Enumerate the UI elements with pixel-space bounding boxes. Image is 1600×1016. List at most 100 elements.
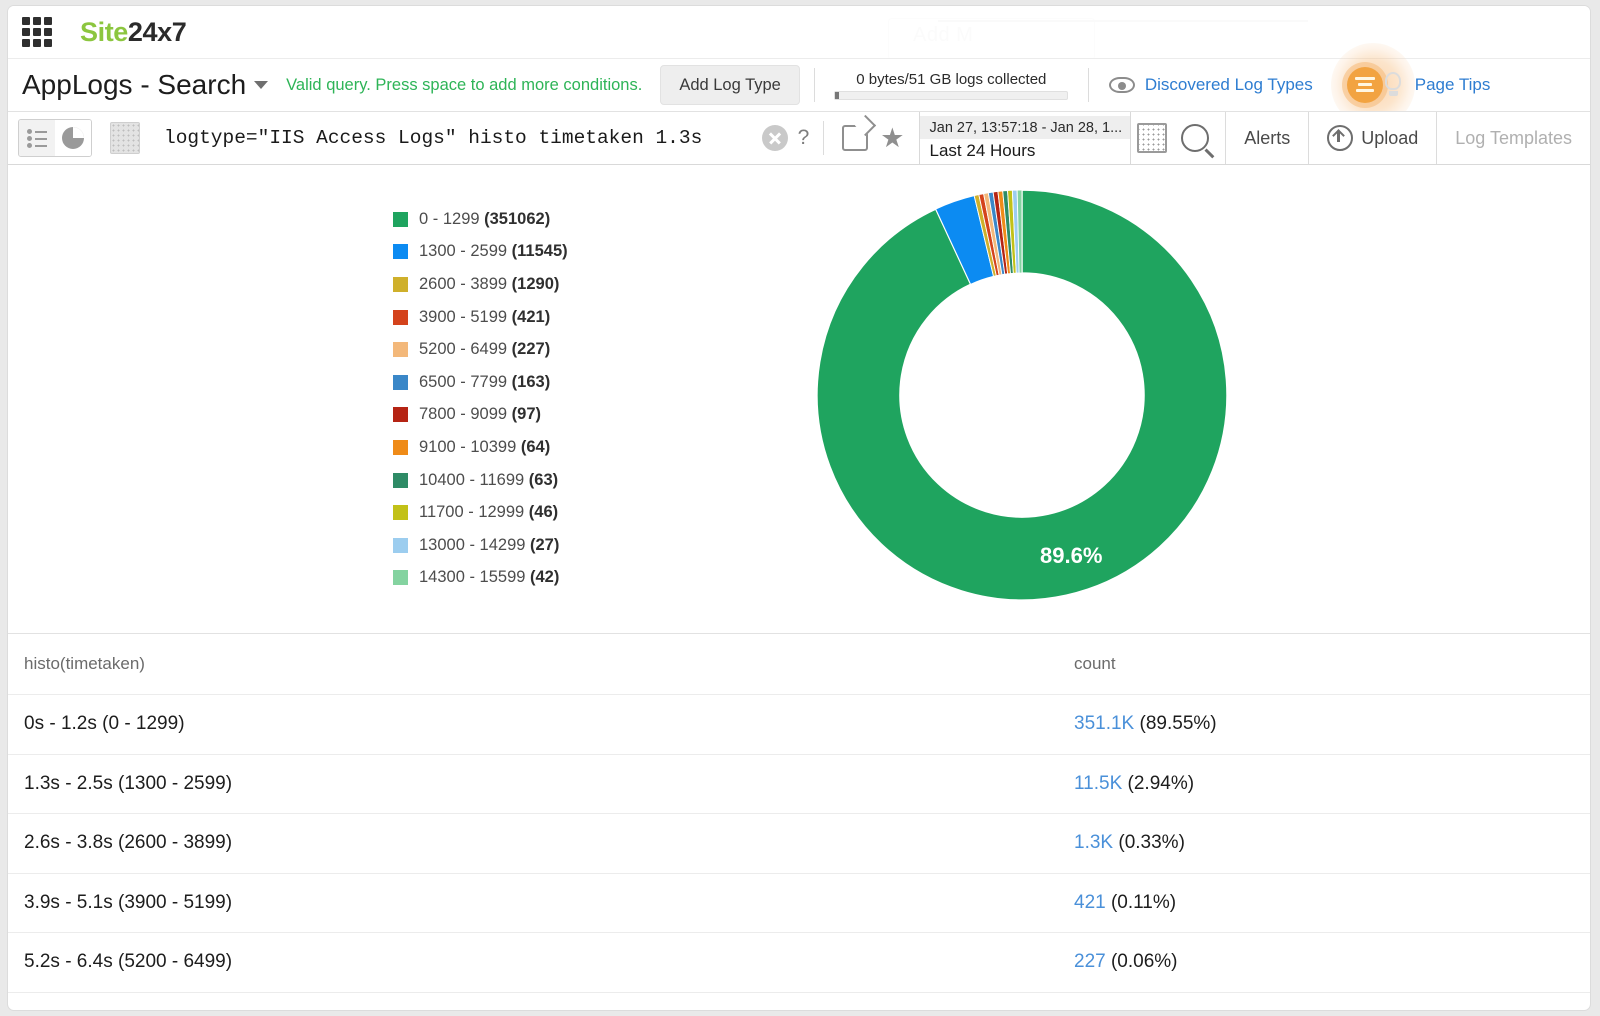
legend-item[interactable]: 1300 - 2599 (11545) [393,236,568,269]
page-tips-highlight [1330,43,1415,127]
share-icon[interactable] [842,125,869,151]
legend-color-swatch [393,342,408,358]
site24x7-logo[interactable]: Site24x7 [80,16,187,48]
page-tips-link[interactable]: Page Tips [1415,75,1491,95]
legend-item[interactable]: 10400 - 11699 (63) [393,464,568,497]
donut-percentage-label: 89.6% [1040,543,1103,568]
legend-item-label: 9100 - 10399 (64) [419,437,551,456]
table-row[interactable]: 3.9s - 5.1s (3900 - 5199) 421 (0.11%) [8,874,1590,933]
cell-count-percent: (0.06%) [1105,951,1178,973]
legend-color-swatch [393,570,408,586]
date-range-picker[interactable]: Jan 27, 13:57:18 - Jan 28, 1... Last 24 … [918,112,1132,164]
table-row[interactable]: 5.2s - 6.4s (5200 - 6499) 227 (0.06%) [8,933,1590,993]
legend-item[interactable]: 3900 - 5199 (421) [393,301,568,334]
legend-item-label: 1300 - 2599 (11545) [419,242,568,261]
cell-count-percent: (0.33%) [1113,832,1185,854]
legend-color-swatch [393,309,408,325]
cell-count-value[interactable]: 1.3K [1074,832,1113,853]
application-window: Site24x7 Add M AppLogs - Search Valid qu… [8,6,1590,1010]
cell-count-percent: (89.55%) [1134,713,1217,735]
legend-color-swatch [393,407,408,423]
search-query-input[interactable]: logtype="IIS Access Logs" histo timetake… [164,127,702,149]
table-row[interactable]: 1.3s - 2.5s (1300 - 2599) 11.5K (2.94%) [8,755,1590,814]
logo-text-secondary: 24x7 [127,16,187,47]
logs-collected-fill [835,91,840,99]
legend-item[interactable]: 11700 - 12999 (46) [393,496,568,529]
cell-count-value[interactable]: 351.1K [1074,713,1134,734]
legend-color-swatch [393,244,408,260]
chevron-down-icon[interactable] [254,81,269,89]
legend-item[interactable]: 9100 - 10399 (64) [393,431,568,464]
legend-item[interactable]: 6500 - 7799 (163) [393,366,568,399]
legend-item[interactable]: 5200 - 6499 (227) [393,333,568,366]
query-toolbar: logtype="IIS Access Logs" histo timetake… [8,111,1590,165]
legend-item[interactable]: 7800 - 9099 (97) [393,399,568,432]
log-document-icon[interactable] [110,122,140,154]
legend-color-swatch [393,276,408,292]
legend-item-label: 10400 - 11699 (63) [419,470,559,489]
table-row[interactable]: 2.6s - 3.8s (2600 - 3899) 1.3K (0.33%) [8,814,1590,874]
eye-icon[interactable] [1108,77,1135,93]
cell-count-value[interactable]: 227 [1074,951,1106,972]
upload-label: Upload [1361,127,1419,148]
clear-query-icon[interactable] [761,125,788,151]
chart-panel: 0 - 1299 (351062) 1300 - 2599 (11545) 2600… [8,165,1590,634]
cell-count-value[interactable]: 421 [1074,892,1106,913]
alerts-button[interactable]: Alerts [1226,112,1308,164]
header-divider-2 [1087,68,1089,102]
pie-view-icon[interactable] [55,120,91,156]
star-icon[interactable]: ★ [880,124,904,152]
legend-color-swatch [393,374,408,390]
chart-legend: 0 - 1299 (351062) 1300 - 2599 (11545) 2600… [393,203,568,594]
cell-bucket: 3.9s - 5.1s (3900 - 5199) [24,891,233,913]
legend-item-label: 14300 - 15599 (42) [419,568,560,587]
cell-count-percent: (0.11%) [1105,891,1177,913]
search-icon[interactable] [1181,124,1210,152]
legend-color-swatch [393,505,408,521]
date-range-preset: Last 24 Hours [929,140,1036,160]
page-tips-icon[interactable] [1346,67,1383,103]
legend-item[interactable]: 0 - 1299 (351062) [393,203,568,236]
legend-item-label: 2600 - 3899 (1290) [419,274,560,293]
legend-item-label: 6500 - 7799 (163) [419,372,551,391]
logs-collected-label: 0 bytes/51 GB logs collected [856,70,1047,88]
add-log-type-button[interactable]: Add Log Type [660,65,800,105]
legend-item-label: 11700 - 12999 (46) [419,503,559,522]
cell-bucket: 1.3s - 2.5s (1300 - 2599) [24,772,233,794]
logs-collected-track [834,90,1069,100]
legend-item-label: 0 - 1299 (351062) [419,209,551,228]
upload-icon [1327,125,1354,151]
upload-button[interactable]: Upload [1309,112,1436,164]
toolbar-divider-1 [823,121,825,155]
ghost-panel-line [938,20,1308,22]
column-header-bucket: histo(timetaken) [24,654,145,673]
legend-item-label: 7800 - 9099 (97) [419,405,542,424]
legend-color-swatch [393,211,408,227]
legend-item-label: 3900 - 5199 (421) [419,307,551,326]
table-row[interactable]: 0s - 1.2s (0 - 1299) 351.1K (89.55%) [8,695,1590,755]
cell-bucket: 5.2s - 6.4s (5200 - 6499) [24,951,233,973]
cell-count-value[interactable]: 11.5K [1074,773,1122,794]
legend-item-label: 5200 - 6499 (227) [419,340,551,359]
logs-collected-meter: 0 bytes/51 GB logs collected [829,71,1074,100]
results-table: histo(timetaken) count 0s - 1.2s (0 - 12… [8,634,1590,993]
calendar-icon[interactable] [1137,123,1168,153]
list-view-icon[interactable] [19,120,55,156]
legend-item[interactable]: 14300 - 15599 (42) [393,562,568,595]
donut-chart[interactable]: 89.6% [808,183,1248,608]
column-header-count: count [1074,654,1116,673]
help-icon[interactable]: ? [798,126,810,150]
legend-item[interactable]: 13000 - 14299 (27) [393,529,568,562]
legend-item[interactable]: 2600 - 3899 (1290) [393,268,568,301]
view-mode-toggle [18,119,92,157]
cell-count-percent: (2.94%) [1122,772,1195,794]
log-templates-button[interactable]: Log Templates [1437,112,1590,164]
cell-bucket: 2.6s - 3.8s (2600 - 3899) [24,832,233,854]
page-header-row: AppLogs - Search Valid query. Press spac… [8,43,1590,127]
ghost-add-text: Add M [913,24,974,46]
discovered-log-types-link[interactable]: Discovered Log Types [1145,75,1313,95]
apps-grid-icon[interactable] [22,17,52,47]
logo-text-primary: Site [80,16,128,47]
legend-color-swatch [393,472,408,488]
table-header-row: histo(timetaken) count [8,634,1590,695]
